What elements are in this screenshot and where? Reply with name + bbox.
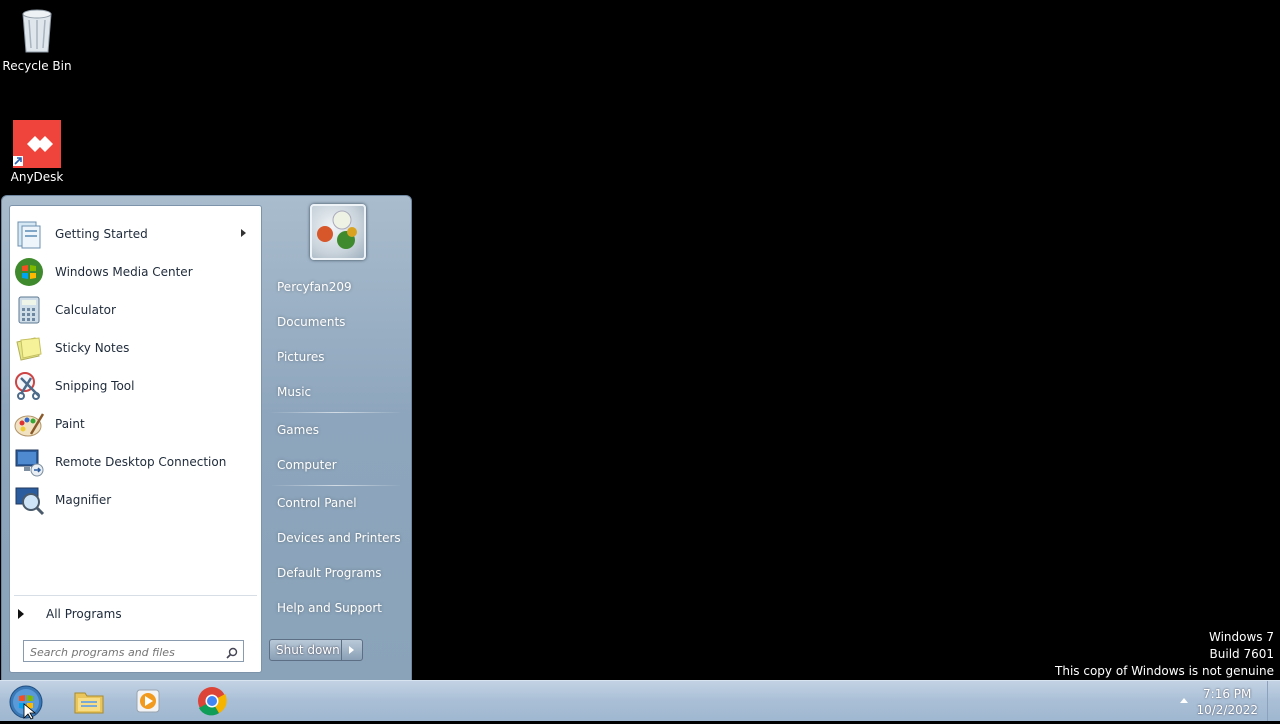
paint-icon bbox=[13, 408, 45, 440]
program-snipping-tool[interactable]: Snipping Tool bbox=[13, 369, 258, 403]
calculator-icon bbox=[13, 294, 45, 326]
watermark-line: This copy of Windows is not genuine bbox=[1055, 664, 1274, 678]
expand-arrow-icon bbox=[18, 609, 24, 619]
submenu-arrow-icon bbox=[241, 229, 246, 237]
user-account-picture[interactable] bbox=[310, 204, 366, 260]
program-label: Magnifier bbox=[55, 493, 112, 507]
clock-time: 7:16 PM bbox=[1203, 687, 1252, 701]
menu-item-computer[interactable]: Computer bbox=[277, 458, 337, 472]
search-input[interactable] bbox=[24, 643, 226, 662]
menu-item-games[interactable]: Games bbox=[277, 423, 319, 437]
windows-media-center-icon bbox=[13, 256, 45, 288]
program-label: Snipping Tool bbox=[55, 379, 135, 393]
shutdown-button-group: Shut down bbox=[269, 639, 363, 661]
taskbar-media-player[interactable] bbox=[132, 684, 166, 718]
program-calculator[interactable]: Calculator bbox=[13, 293, 258, 327]
menu-item-help-and-support[interactable]: Help and Support bbox=[277, 601, 382, 615]
program-paint[interactable]: Paint bbox=[13, 407, 258, 441]
all-programs-button[interactable]: All Programs bbox=[18, 602, 122, 626]
clock-date: 10/2/2022 bbox=[1196, 703, 1258, 717]
media-player-icon bbox=[136, 689, 160, 713]
folder-icon bbox=[74, 692, 104, 714]
desktop-icon-anydesk[interactable]: AnyDesk bbox=[0, 120, 74, 184]
program-getting-started[interactable]: Getting Started bbox=[13, 217, 258, 251]
program-label: Sticky Notes bbox=[55, 341, 130, 355]
taskbar: 7:16 PM 10/2/2022 bbox=[0, 680, 1280, 721]
shutdown-button[interactable]: Shut down bbox=[270, 640, 341, 660]
program-label: Getting Started bbox=[55, 227, 148, 241]
start-menu: Getting Started Windows Media Center Cal… bbox=[1, 195, 412, 682]
show-desktop-button[interactable] bbox=[1267, 681, 1280, 721]
all-programs-label: All Programs bbox=[46, 607, 122, 621]
search-icon[interactable] bbox=[226, 644, 238, 663]
desktop-icon-recycle-bin[interactable]: Recycle Bin bbox=[0, 6, 74, 73]
watermark-line: Build 7601 bbox=[1209, 647, 1274, 661]
program-magnifier[interactable]: Magnifier bbox=[13, 483, 258, 517]
menu-item-devices-and-printers[interactable]: Devices and Printers bbox=[277, 531, 401, 545]
magnifier-icon bbox=[13, 484, 45, 516]
windows-watermark: Windows 7 Build 7601 This copy of Window… bbox=[1055, 629, 1274, 680]
menu-separator bbox=[270, 412, 402, 413]
menu-item-documents[interactable]: Documents bbox=[277, 315, 345, 329]
program-label: Calculator bbox=[55, 303, 116, 317]
chrome-icon bbox=[198, 687, 227, 716]
start-button[interactable] bbox=[8, 684, 43, 720]
menu-separator bbox=[270, 485, 402, 486]
program-label: Paint bbox=[55, 417, 85, 431]
snipping-tool-icon bbox=[13, 370, 45, 402]
menu-item-control-panel[interactable]: Control Panel bbox=[277, 496, 357, 510]
start-menu-programs-pane: Getting Started Windows Media Center Cal… bbox=[9, 205, 262, 673]
recycle-bin-icon bbox=[0, 6, 74, 57]
menu-item-default-programs[interactable]: Default Programs bbox=[277, 566, 382, 580]
programs-divider bbox=[14, 595, 257, 596]
remote-desktop-icon bbox=[13, 446, 45, 478]
watermark-line: Windows 7 bbox=[1208, 630, 1274, 644]
menu-item-music[interactable]: Music bbox=[277, 385, 311, 399]
menu-item-user-folder[interactable]: Percyfan209 bbox=[277, 280, 352, 294]
shutdown-options-arrow-icon[interactable] bbox=[341, 640, 362, 660]
desktop-icon-label: AnyDesk bbox=[10, 170, 64, 184]
getting-started-icon bbox=[13, 218, 45, 250]
system-clock[interactable]: 7:16 PM 10/2/2022 bbox=[1196, 686, 1258, 718]
search-programs-box[interactable] bbox=[23, 640, 244, 662]
program-sticky-notes[interactable]: Sticky Notes bbox=[13, 331, 258, 365]
taskbar-chrome[interactable] bbox=[195, 684, 229, 718]
program-label: Windows Media Center bbox=[55, 265, 193, 279]
sticky-notes-icon bbox=[13, 332, 45, 364]
program-windows-media-center[interactable]: Windows Media Center bbox=[13, 255, 258, 289]
desktop-icon-label: Recycle Bin bbox=[2, 59, 72, 73]
menu-item-pictures[interactable]: Pictures bbox=[277, 350, 325, 364]
show-hidden-icons-icon[interactable] bbox=[1180, 698, 1188, 703]
anydesk-icon bbox=[13, 120, 61, 168]
taskbar-file-explorer[interactable] bbox=[72, 684, 106, 718]
program-label: Remote Desktop Connection bbox=[55, 455, 227, 469]
program-remote-desktop-connection[interactable]: Remote Desktop Connection bbox=[13, 445, 258, 479]
